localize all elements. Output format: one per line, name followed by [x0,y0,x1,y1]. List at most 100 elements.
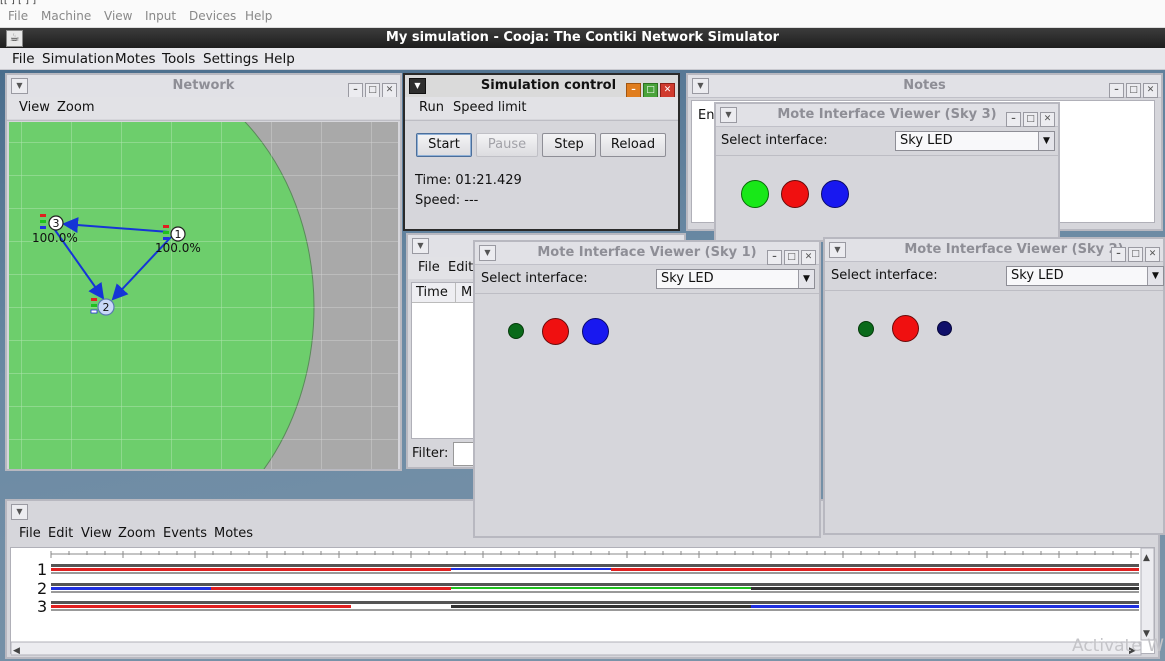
sky2-titlebar[interactable]: ▼ Mote Interface Viewer (Sky 2) – □ ✕ [825,239,1163,262]
log-menu-file[interactable]: File [418,260,440,275]
simcontrol-menu-run[interactable]: Run [419,100,444,115]
system-menu-icon[interactable]: ▼ [11,504,28,520]
maximize-icon[interactable]: □ [643,83,658,98]
sky1-titlebar[interactable]: ▼ Mote Interface Viewer (Sky 1) – □ ✕ [475,242,819,265]
timeline-menu-file[interactable]: File [19,526,41,541]
menu-settings[interactable]: Settings [203,51,258,67]
sky3-led-blue [821,180,849,208]
host-menu-machine[interactable]: Machine [41,9,91,23]
minimize-icon[interactable]: – [348,83,363,98]
system-menu-icon[interactable]: ▼ [720,107,737,123]
system-menu-icon[interactable]: ▼ [11,78,28,94]
menu-motes[interactable]: Motes [115,51,156,67]
close-icon[interactable]: ✕ [382,83,397,98]
menu-help[interactable]: Help [264,51,295,67]
menu-simulation[interactable]: Simulation [42,51,114,67]
host-menu-help[interactable]: Help [245,9,272,23]
step-button[interactable]: Step [542,133,596,157]
system-menu-icon[interactable]: ▼ [692,78,709,94]
log-filter-label: Filter: [412,446,449,461]
host-vm-menubar: [[ ] [ ] ] File Machine View Input Devic… [0,0,1165,28]
row3-radio-bar [51,601,1139,604]
log-col-time[interactable]: Time [412,283,456,303]
sky1-interface-select[interactable]: Sky LED ▼ [656,269,815,289]
sky3-titlebar[interactable]: ▼ Mote Interface Viewer (Sky 3) – □ ✕ [716,104,1058,127]
sky2-title: Mote Interface Viewer (Sky 2) [904,242,1124,257]
log-menu-edit[interactable]: Edit [448,260,473,275]
pause-button[interactable]: Pause [476,133,538,157]
network-canvas[interactable]: 3 100.0% 1 100.0% 2 [9,122,398,469]
sky1-title: Mote Interface Viewer (Sky 1) [537,245,757,260]
host-menu-view[interactable]: View [104,9,132,23]
mote-viewer-sky1-window[interactable]: ▼ Mote Interface Viewer (Sky 1) – □ ✕ Sele… [473,240,821,538]
timeline-menu-edit[interactable]: Edit [48,526,73,541]
row1-track [51,572,1139,574]
row3-led-red [51,605,351,608]
start-button[interactable]: Start [416,133,472,157]
close-icon[interactable]: ✕ [1143,83,1158,98]
host-menu-input[interactable]: Input [145,9,176,23]
notes-titlebar[interactable]: ▼ Notes – □ ✕ [688,75,1161,98]
minimize-icon[interactable]: – [1111,247,1126,262]
mote-viewer-sky2-window[interactable]: ▼ Mote Interface Viewer (Sky 2) – □ ✕ Sele… [823,237,1165,535]
timeline-menu-view[interactable]: View [81,526,112,541]
network-window[interactable]: ▼ Network – □ ✕ View Zoom 3 100.0% 1 100… [5,73,402,471]
system-menu-icon[interactable]: ▼ [829,242,846,258]
sim-time-value: 01:21.429 [455,173,522,188]
maximize-icon[interactable]: □ [365,83,380,98]
maximize-icon[interactable]: □ [784,250,799,265]
minimize-icon[interactable]: – [767,250,782,265]
sim-speed-value: --- [464,193,479,208]
host-menu-file[interactable]: File [8,9,28,23]
timeline-row-label-1: 1 [37,560,47,579]
sky3-led-green [741,180,769,208]
maximize-icon[interactable]: □ [1023,112,1038,127]
maximize-icon[interactable]: □ [1128,247,1143,262]
system-menu-icon[interactable]: ▼ [409,78,426,94]
main-menubar: File Simulation Motes Tools Settings Hel… [0,48,1165,70]
timeline-row-label-3: 3 [37,597,47,616]
mote-2-id: 2 [103,301,110,314]
row3-led-blue [751,605,1139,608]
network-menu-view[interactable]: View [19,100,50,115]
mote-viewer-sky3-window[interactable]: ▼ Mote Interface Viewer (Sky 3) – □ ✕ Sele… [714,102,1060,242]
sky3-interface-select[interactable]: Sky LED ▼ [895,131,1055,151]
timeline-graph: 1 2 3 ▲ ▼ ◀ ▶ [11,548,1154,656]
network-menu-zoom[interactable]: Zoom [57,100,94,115]
timeline-hscrollbar[interactable] [11,641,1142,656]
minimize-icon[interactable]: – [1006,112,1021,127]
close-icon[interactable]: ✕ [1040,112,1055,127]
close-icon[interactable]: ✕ [660,83,675,98]
maximize-icon[interactable]: □ [1126,83,1141,98]
simcontrol-menu-speed-limit[interactable]: Speed limit [453,100,526,115]
activate-watermark: Activate W [1072,636,1164,656]
sky2-interface-select[interactable]: Sky LED ▼ [1006,266,1164,286]
host-title-fragment: [[ ] [ ] ] [0,0,140,5]
network-titlebar[interactable]: ▼ Network – □ ✕ [7,75,400,98]
java-app-icon[interactable]: ☕ [6,30,23,47]
system-menu-icon[interactable]: ▼ [412,238,429,254]
timeline-menu-motes[interactable]: Motes [214,526,253,541]
system-menu-icon[interactable]: ▼ [479,245,496,261]
timeline-canvas[interactable]: 1 2 3 ▲ ▼ ◀ ▶ [10,547,1155,656]
reload-button[interactable]: Reload [600,133,666,157]
close-icon[interactable]: ✕ [801,250,816,265]
timeline-menu-events[interactable]: Events [163,526,207,541]
grid-lines [9,122,398,469]
scroll-up-icon[interactable]: ▲ [1143,553,1150,563]
simulation-control-window[interactable]: ▼ Simulation control – □ ✕ Run Speed limit… [403,73,680,231]
menu-file[interactable]: File [12,51,35,67]
row1-radio-bar [51,564,1139,567]
host-menu-devices[interactable]: Devices [189,9,236,23]
sky2-led-green [858,321,874,337]
simcontrol-titlebar[interactable]: ▼ Simulation control – □ ✕ [405,75,678,98]
close-icon[interactable]: ✕ [1145,247,1160,262]
minimize-icon[interactable]: – [626,83,641,98]
timeline-menu-zoom[interactable]: Zoom [118,526,155,541]
minimize-icon[interactable]: – [1109,83,1124,98]
scroll-left-icon[interactable]: ◀ [13,646,20,656]
menu-tools[interactable]: Tools [162,51,195,67]
mote-3-label: 100.0% [32,231,78,245]
mote-1-label: 100.0% [155,241,201,255]
mote-3-id: 3 [53,217,60,230]
